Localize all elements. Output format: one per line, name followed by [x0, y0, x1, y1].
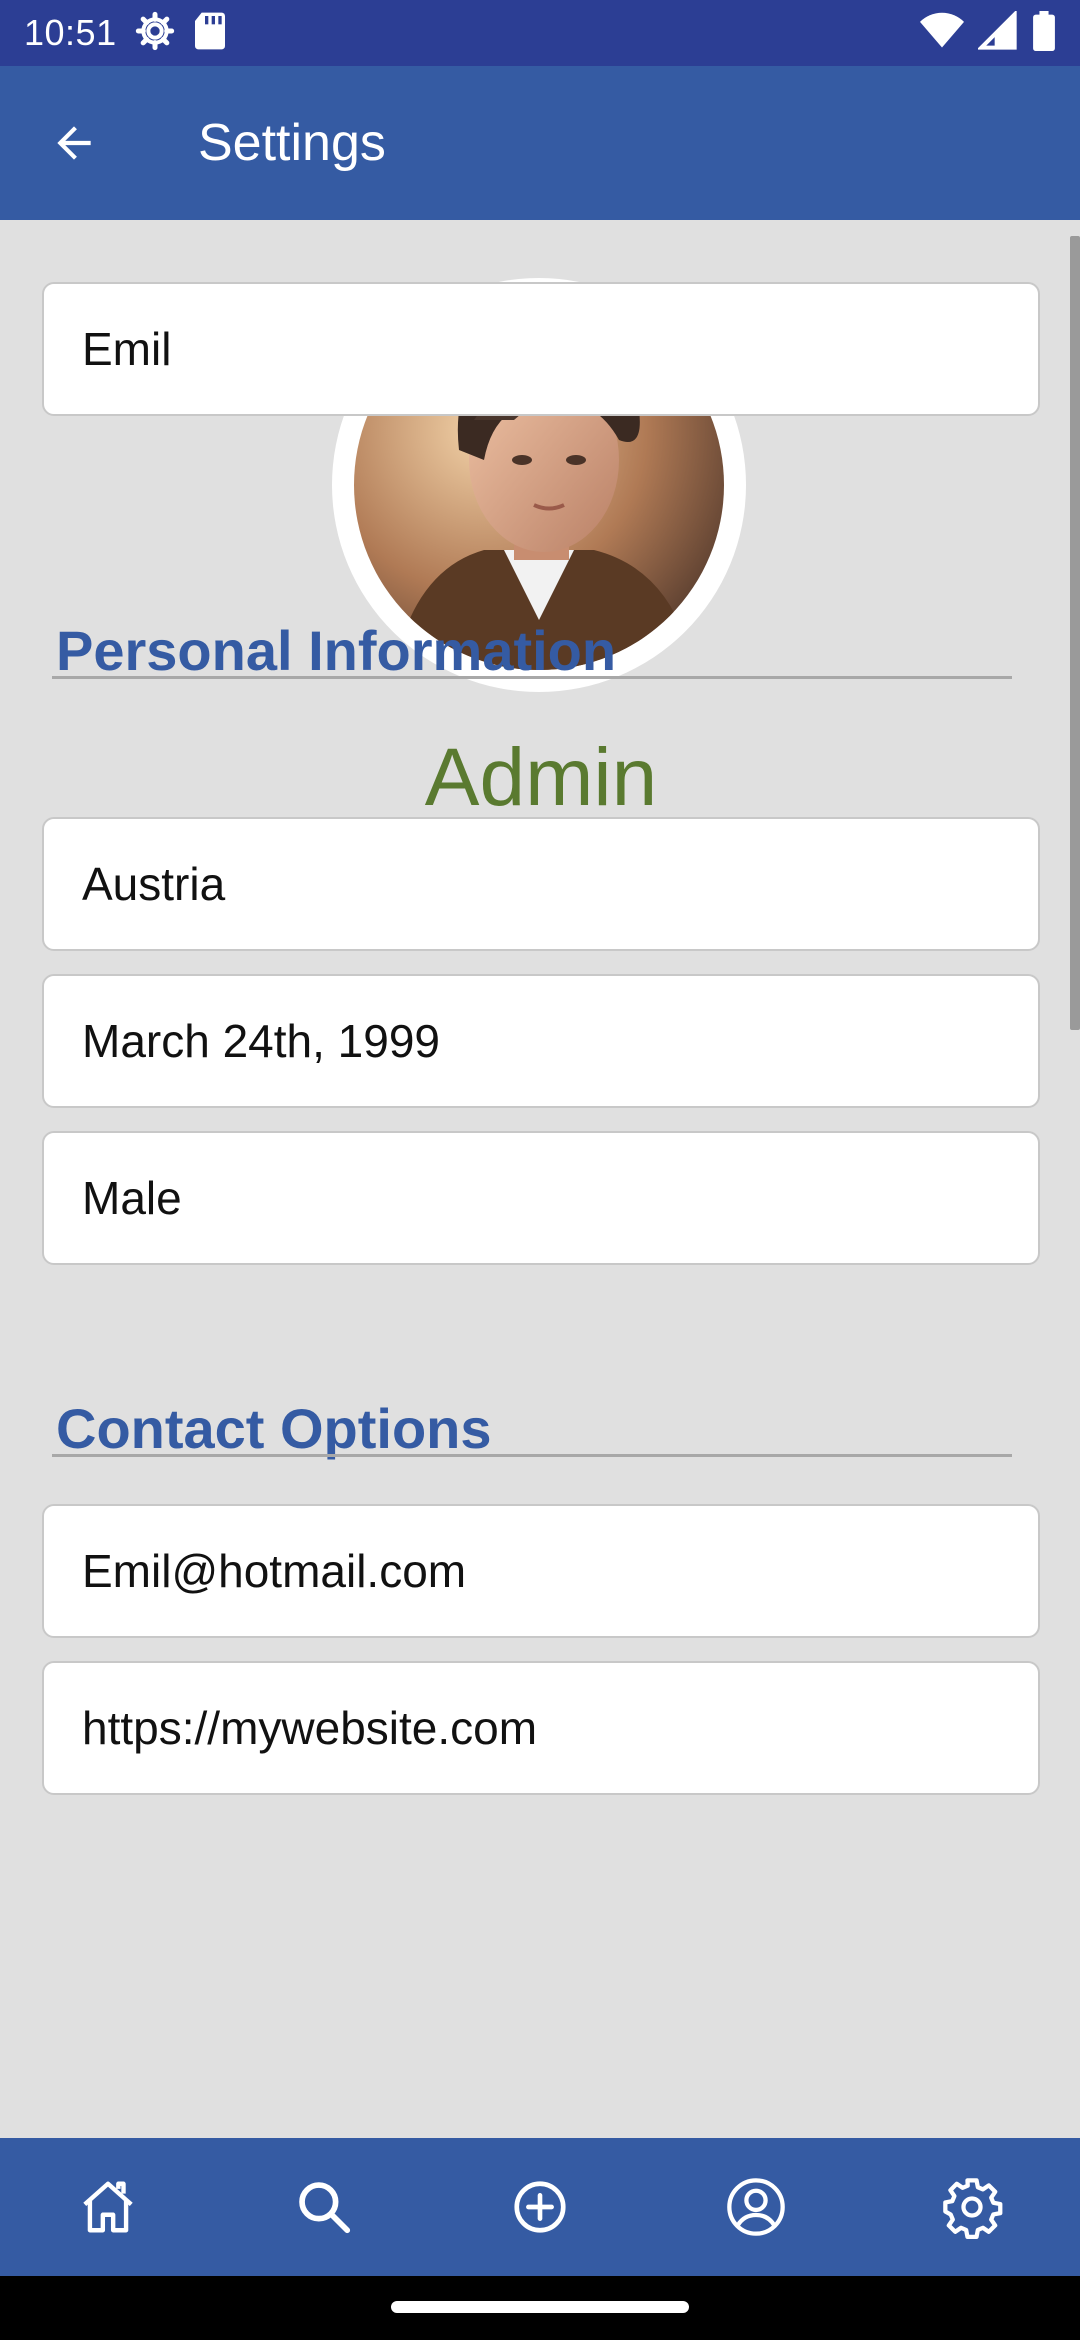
- birth-date-field[interactable]: March 24th, 1999: [42, 974, 1040, 1108]
- page-title: Settings: [198, 114, 386, 172]
- add-circle-icon: [514, 2181, 566, 2233]
- settings-gear-icon: [135, 11, 175, 56]
- app-bar: Settings: [0, 66, 1080, 220]
- email-field[interactable]: Emil@hotmail.com: [42, 1504, 1040, 1638]
- home-icon: [83, 2181, 133, 2233]
- divider: [52, 676, 1012, 679]
- home-gesture-handle[interactable]: [391, 2301, 689, 2313]
- settings-icon: [943, 2178, 1003, 2239]
- arrow-left-icon: [57, 126, 91, 160]
- nav-profile[interactable]: [701, 2152, 811, 2262]
- scrollbar[interactable]: [1070, 236, 1080, 1030]
- settings-content[interactable]: Admin Personal Information Emil Austria …: [0, 220, 1080, 2138]
- back-button[interactable]: [24, 93, 124, 193]
- search-icon: [299, 2182, 351, 2234]
- country-field[interactable]: Austria: [42, 817, 1040, 951]
- first-name-field[interactable]: Emil: [42, 282, 1040, 416]
- wifi-icon: [920, 12, 964, 55]
- gender-field[interactable]: Male: [42, 1131, 1040, 1265]
- section-title-contact-options: Contact Options: [56, 1397, 492, 1460]
- nav-settings[interactable]: [917, 2152, 1027, 2262]
- divider: [52, 1454, 1012, 1457]
- battery-icon: [1032, 10, 1056, 56]
- nav-home[interactable]: [53, 2152, 163, 2262]
- account-circle-icon: [727, 2178, 785, 2236]
- section-title-personal-information: Personal Information: [56, 619, 617, 682]
- status-time: 10:51: [24, 12, 117, 53]
- cellular-signal-icon: [976, 9, 1018, 56]
- bottom-nav: [0, 2138, 1080, 2276]
- website-field[interactable]: https://mywebsite.com: [42, 1661, 1040, 1795]
- nav-add[interactable]: [485, 2152, 595, 2262]
- gesture-navigation-bar: [0, 2276, 1080, 2340]
- status-bar: 10:51: [0, 0, 1080, 66]
- nav-search[interactable]: [269, 2152, 379, 2262]
- sd-card-icon: [193, 11, 227, 56]
